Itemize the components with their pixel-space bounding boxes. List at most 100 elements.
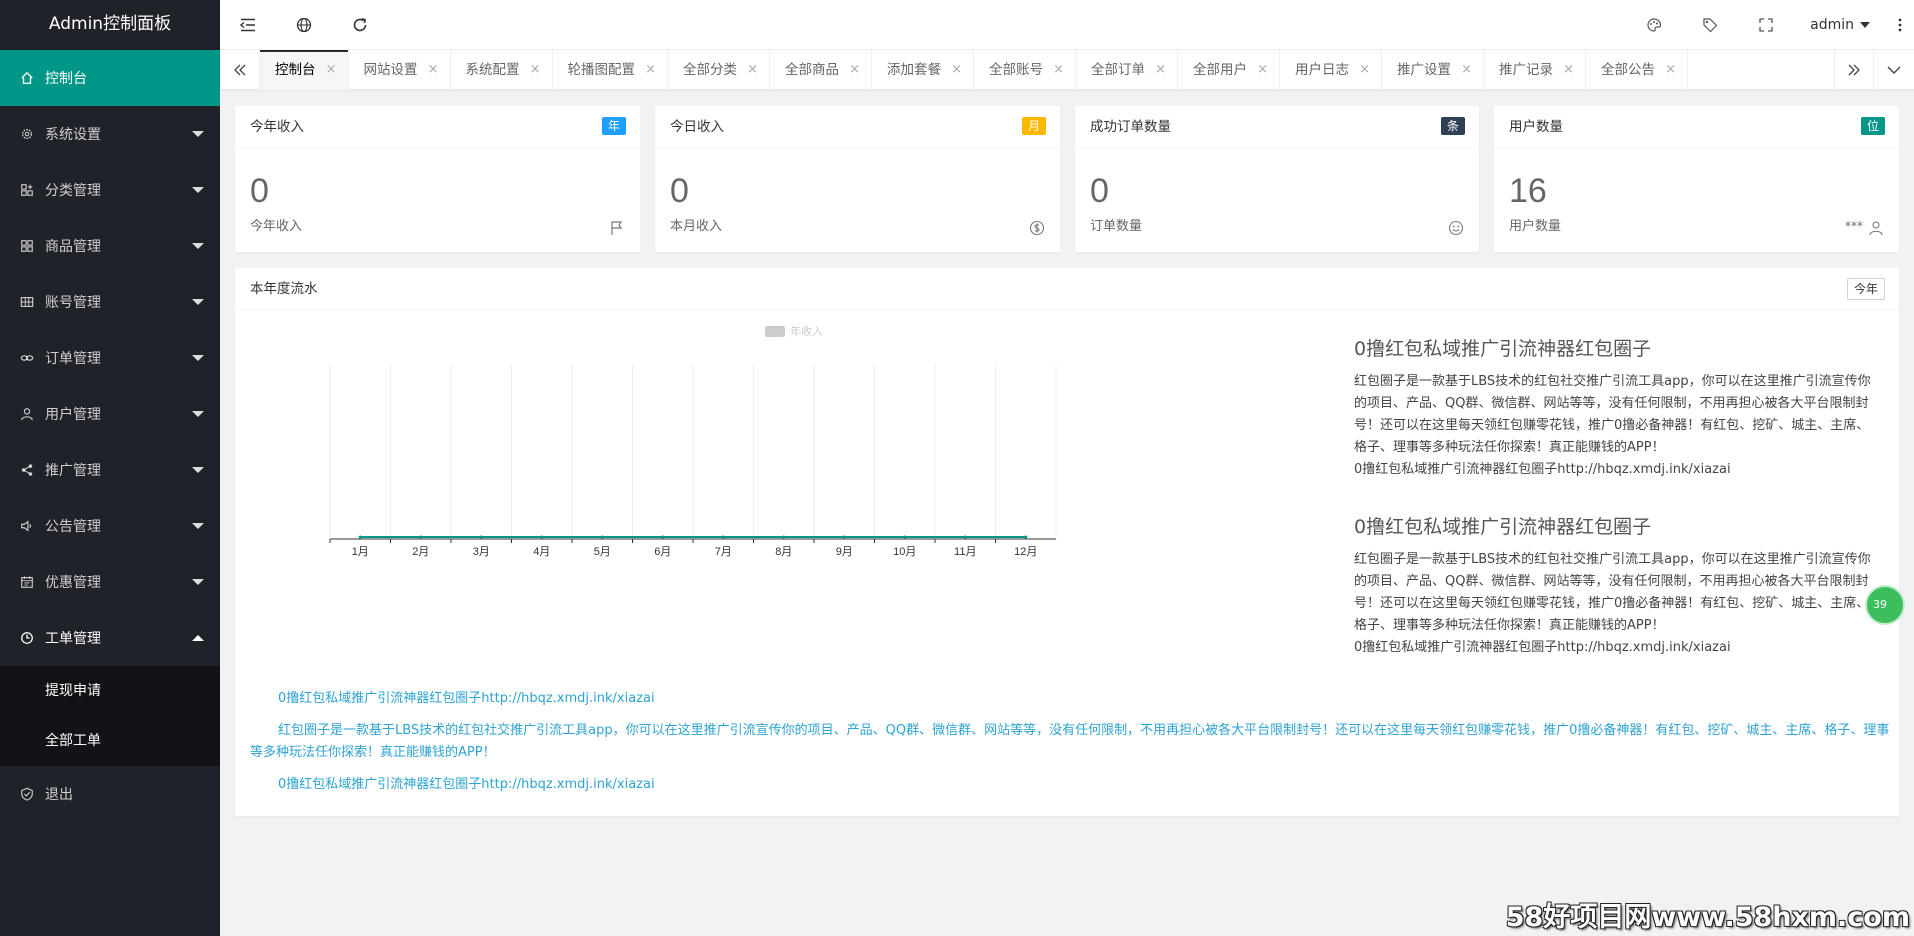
tab-list: 控制台 × 网站设置 × 系统配置 × 轮播图配置 × 全部分类 × 全部商品 × 添加套餐 × 全部账号 ×… <box>260 50 1688 90</box>
close-icon[interactable]: × <box>530 50 541 90</box>
tab-item[interactable]: 网站设置 × <box>349 50 451 90</box>
calendar-icon <box>21 576 33 588</box>
sidebar-item-announcements[interactable]: 公告管理 <box>0 498 220 554</box>
sidebar-item-tickets[interactable]: 工单管理 <box>0 610 220 666</box>
clock-icon <box>21 632 33 644</box>
tabs-scroll-right-button[interactable] <box>1834 50 1874 90</box>
floating-badge[interactable]: 39 <box>1865 585 1905 625</box>
card-today-income: 今日收入 月 0 本月收入 <box>655 106 1060 252</box>
close-icon[interactable]: × <box>1665 50 1676 90</box>
tabs-scroll-left-button[interactable] <box>220 50 260 90</box>
close-icon[interactable]: × <box>1461 50 1472 90</box>
watermark: 58好项目网www.58hxm.com <box>1505 902 1910 933</box>
header-right: admin <box>1626 0 1914 50</box>
tab-item[interactable]: 推广记录 × <box>1484 50 1586 90</box>
this-year-button[interactable]: 今年 <box>1846 278 1885 300</box>
tab-item[interactable]: 全部公告 × <box>1586 50 1688 90</box>
close-icon[interactable]: × <box>849 50 860 90</box>
tab-item[interactable]: 推广设置 × <box>1382 50 1484 90</box>
tab-label: 全部订单 <box>1091 62 1145 78</box>
top-header: admin <box>220 0 1914 50</box>
smile-icon <box>1448 220 1464 236</box>
sidebar-item-promotion[interactable]: 推广管理 <box>0 442 220 498</box>
sidebar-item-logout[interactable]: 退出 <box>0 766 220 822</box>
submenu-item-withdraw[interactable]: 提现申请 <box>0 666 220 716</box>
sidebar-item-coupons[interactable]: 优惠管理 <box>0 554 220 610</box>
website-button[interactable] <box>276 0 332 50</box>
card-title: 成功订单数量 <box>1090 119 1171 135</box>
grid-icon <box>20 297 34 307</box>
x-tick-label: 10月 <box>893 546 916 558</box>
data-point <box>661 535 665 539</box>
refresh-button[interactable] <box>332 0 388 50</box>
data-point <box>419 535 423 539</box>
close-icon[interactable]: × <box>1257 50 1268 90</box>
close-icon[interactable]: × <box>645 50 656 90</box>
tab-item[interactable]: 全部订单 × <box>1076 50 1178 90</box>
close-icon[interactable]: × <box>326 50 337 90</box>
data-point <box>963 535 967 539</box>
tab-item[interactable]: 添加套餐 × <box>872 50 974 90</box>
theme-button[interactable] <box>1626 0 1682 50</box>
sidebar-item-label: 商品管理 <box>45 239 101 255</box>
close-icon[interactable]: × <box>1053 50 1064 90</box>
card-header: 用户数量 位 <box>1494 106 1899 148</box>
sidebar-item-users[interactable]: 用户管理 <box>0 386 220 442</box>
note-button[interactable] <box>1682 0 1738 50</box>
tab-item[interactable]: 系统配置 × <box>451 50 553 90</box>
tab-item[interactable]: 全部商品 × <box>770 50 872 90</box>
close-icon[interactable]: × <box>951 50 962 90</box>
toggle-sidebar-button[interactable] <box>220 0 276 50</box>
sidebar-item-dashboard[interactable]: 控制台 <box>0 50 220 106</box>
shield-check-icon <box>21 787 33 801</box>
close-icon[interactable]: × <box>1359 50 1370 90</box>
card-orders: 成功订单数量 条 0 订单数量 <box>1075 106 1479 252</box>
article-title: 0撸红包私域推广引流神器红包圈子 <box>1354 516 1652 538</box>
close-icon[interactable]: × <box>428 50 439 90</box>
tab-item[interactable]: 轮播图配置 × <box>553 50 668 90</box>
close-icon[interactable]: × <box>1563 50 1574 90</box>
chart-svg: 年收入 1月 2月 3月 4月 5月 6月 7月 8月 9月 10月 11月 12月 <box>329 324 1057 558</box>
sidebar-item-system-settings[interactable]: 系统设置 <box>0 106 220 162</box>
more-button[interactable] <box>1886 0 1914 50</box>
tab-label: 添加套餐 <box>887 62 941 78</box>
sidebar-item-orders[interactable]: 订单管理 <box>0 330 220 386</box>
article-link[interactable]: 0撸红包私域推广引流神器红包圈子http://hbqz.xmdj.ink/xia… <box>1354 637 1874 659</box>
data-point <box>358 535 362 539</box>
tab-item[interactable]: 全部分类 × <box>668 50 770 90</box>
data-point <box>600 535 604 539</box>
tab-item[interactable]: 控制台 × <box>260 50 349 90</box>
chevron-down-icon <box>192 187 204 193</box>
tab-label: 全部分类 <box>683 62 737 78</box>
article-link[interactable]: 0撸红包私域推广引流神器红包圈子http://hbqz.xmdj.ink/xia… <box>1354 459 1874 481</box>
app-logo[interactable]: Admin控制面板 <box>0 0 220 50</box>
data-point <box>782 535 786 539</box>
user-menu[interactable]: admin <box>1794 0 1886 50</box>
sidebar-item-goods[interactable]: 商品管理 <box>0 218 220 274</box>
card-subtitle: 本月收入 <box>670 219 723 234</box>
close-icon[interactable]: × <box>1155 50 1166 90</box>
submenu-item-all-tickets[interactable]: 全部工单 <box>0 716 220 766</box>
data-point <box>1024 535 1028 539</box>
sidebar-item-label: 账号管理 <box>45 295 101 311</box>
double-chevron-left-icon <box>233 64 245 76</box>
sidebar-item-accounts[interactable]: 账号管理 <box>0 274 220 330</box>
user-icon <box>1869 221 1883 236</box>
card-subtitle: 今年收入 <box>250 219 303 234</box>
fullscreen-button[interactable] <box>1738 0 1794 50</box>
tab-item[interactable]: 用户日志 × <box>1280 50 1382 90</box>
promo-link[interactable]: 0撸红包私域推广引流神器红包圈子http://hbqz.xmdj.ink/xia… <box>250 688 1890 710</box>
tab-label: 网站设置 <box>363 62 418 78</box>
flag-icon <box>611 221 623 235</box>
tab-item[interactable]: 全部用户 × <box>1178 50 1280 90</box>
sidebar-item-category[interactable]: 分类管理 <box>0 162 220 218</box>
palette-icon <box>1647 18 1662 32</box>
chevron-down-icon <box>192 523 204 529</box>
close-icon[interactable]: × <box>747 50 758 90</box>
gear-icon <box>21 128 33 140</box>
tabs-menu-button[interactable] <box>1874 50 1914 90</box>
x-tick-label: 1月 <box>352 546 369 558</box>
tab-item[interactable]: 全部账号 × <box>974 50 1076 90</box>
more-vertical-icon <box>1898 18 1902 32</box>
promo-link[interactable]: 0撸红包私域推广引流神器红包圈子http://hbqz.xmdj.ink/xia… <box>250 774 1890 796</box>
